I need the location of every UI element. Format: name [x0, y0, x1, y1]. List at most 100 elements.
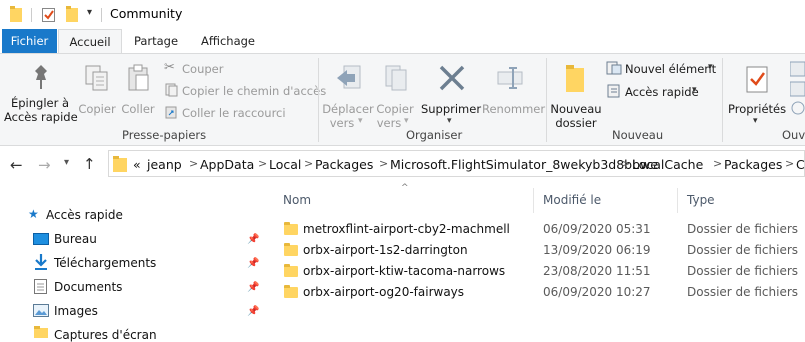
pane-divider[interactable]	[263, 186, 264, 338]
file-name: orbx-airport-og20-fairways	[303, 285, 465, 299]
organize-group-label: Organiser	[406, 128, 463, 142]
file-name: metroxflint-airport-cby2-machmell	[303, 222, 510, 236]
pin-icon[interactable]: 📌	[247, 282, 259, 293]
paste-label: Coller	[121, 102, 155, 116]
chevron-down-icon: ▾	[404, 116, 409, 126]
copy-path-icon	[165, 83, 178, 100]
new-folder-label-2: dossier	[555, 116, 597, 130]
file-type: Dossier de fichiers	[687, 243, 799, 257]
file-modified: 23/08/2020 11:51	[543, 264, 651, 278]
breadcrumb-item[interactable]: Local	[269, 157, 301, 172]
pin-icon[interactable]: 📌	[247, 234, 259, 245]
nav-desktop[interactable]: Bureau	[54, 232, 97, 246]
back-arrow-icon[interactable]: ←	[10, 156, 23, 174]
easy-access-button[interactable]: Accès rapide ▾	[606, 83, 710, 101]
rename-button[interactable]: Renommer	[482, 60, 545, 124]
column-separator[interactable]	[677, 188, 678, 213]
chevron-down-icon: ▾	[708, 62, 713, 72]
breadcrumb-separator-icon[interactable]: >	[189, 157, 198, 170]
nav-pictures[interactable]: Images	[54, 304, 98, 318]
breadcrumb-separator-icon[interactable]: >	[621, 157, 630, 170]
column-header-name[interactable]: Nom	[283, 193, 311, 207]
open-group-label: Ouvr	[782, 128, 805, 142]
breadcrumb-separator-icon[interactable]: >	[304, 157, 313, 170]
file-name: orbx-airport-1s2-darrington	[303, 243, 468, 257]
new-item-label: Nouvel élément	[625, 62, 717, 76]
breadcrumb-item[interactable]: Microsoft.FlightSimulator_8wekyb3d8bbwe	[390, 157, 658, 172]
forward-arrow-icon[interactable]: →	[38, 156, 51, 174]
rename-icon	[496, 66, 526, 95]
tab-share[interactable]: Partage	[126, 29, 186, 54]
breadcrumb-item[interactable]: jeanp	[147, 157, 182, 172]
ribbon-tabs: Fichier Accueil Partage Affichage	[0, 29, 805, 54]
ribbon-separator	[722, 58, 723, 142]
easy-access-icon	[606, 84, 622, 101]
move-to-label-1: Déplacer	[322, 102, 374, 116]
properties-button[interactable]: Propriétés ▾	[728, 60, 786, 126]
copy-button[interactable]: Copier	[78, 60, 116, 124]
new-folder-button[interactable]: Nouveau dossier	[550, 60, 602, 130]
chevron-down-icon: ▾	[753, 116, 758, 126]
column-header-modified[interactable]: Modifié le	[543, 193, 601, 207]
pin-label-1: Épingler à	[10, 96, 70, 110]
tab-home[interactable]: Accueil	[58, 29, 122, 54]
folder-icon	[284, 243, 298, 256]
nav-downloads[interactable]: Téléchargements	[54, 256, 156, 270]
move-to-button[interactable]: Déplacer vers ▾	[322, 60, 374, 130]
folder-icon	[284, 285, 298, 298]
customize-toolbar-icon[interactable]: ▾	[87, 7, 92, 18]
file-type: Dossier de fichiers	[687, 222, 799, 236]
toolbar-separator	[31, 8, 32, 22]
nav-screenshots[interactable]: Captures d'écran	[54, 328, 157, 342]
cut-button[interactable]: ✂ Couper	[164, 60, 264, 78]
copy-path-button[interactable]: Copier le chemin d'accès	[164, 82, 326, 100]
pin-icon[interactable]: 📌	[247, 258, 259, 269]
breadcrumb-separator-icon[interactable]: >	[258, 157, 267, 170]
documents-icon	[34, 279, 48, 297]
properties-check-icon	[746, 64, 770, 97]
tab-view[interactable]: Affichage	[192, 29, 264, 54]
scissors-icon: ✂	[164, 60, 175, 75]
breadcrumb-item[interactable]: AppData	[200, 157, 254, 172]
column-header-type[interactable]: Type	[687, 193, 715, 207]
paste-button[interactable]: Coller	[120, 60, 156, 124]
nav-documents[interactable]: Documents	[54, 280, 122, 294]
breadcrumb-separator-icon[interactable]: >	[379, 157, 388, 170]
breadcrumb-item[interactable]: Packages	[724, 157, 782, 172]
breadcrumb-separator-icon[interactable]: >	[785, 157, 794, 170]
paste-shortcut-label: Coller le raccourci	[182, 106, 286, 120]
nav-quick-access[interactable]: Accès rapide	[46, 208, 123, 222]
pin-quick-access-button[interactable]: Épingler à Accès rapide	[4, 60, 78, 124]
sort-ascending-icon: ^	[401, 183, 409, 193]
toolbar-separator	[101, 8, 102, 22]
ribbon-separator	[546, 58, 547, 142]
new-item-button[interactable]: Nouvel élément ▾	[606, 60, 724, 78]
copy-to-label-1: Copier	[376, 102, 414, 116]
breadcrumb-separator-icon[interactable]: >	[713, 157, 722, 170]
tab-file[interactable]: Fichier	[2, 29, 57, 54]
pin-icon[interactable]: 📌	[247, 306, 259, 317]
copy-to-button[interactable]: Copier vers ▾	[374, 60, 416, 130]
breadcrumb-overflow[interactable]: «	[133, 157, 141, 172]
chevron-down-icon: ▾	[358, 116, 363, 126]
properties-check-icon[interactable]	[42, 6, 56, 22]
folder-icon[interactable]	[10, 6, 22, 22]
chevron-down-icon: ▾	[447, 116, 452, 126]
easy-access-label: Accès rapide	[625, 85, 699, 99]
recent-locations-icon[interactable]: ▾	[64, 157, 69, 168]
new-group-label: Nouveau	[612, 128, 664, 142]
paste-shortcut-button[interactable]: Coller le raccourci	[164, 104, 286, 122]
breadcrumb-item[interactable]: C	[796, 157, 805, 172]
new-folder-icon[interactable]	[66, 6, 78, 22]
pin-label-2: Accès rapide	[4, 110, 78, 124]
breadcrumb-item[interactable]: Packages	[315, 157, 373, 172]
folder-icon	[284, 264, 298, 277]
breadcrumb-item[interactable]: LocalCache	[632, 157, 703, 172]
up-arrow-icon[interactable]: ↑	[83, 155, 96, 173]
pictures-icon	[33, 304, 49, 320]
column-separator[interactable]	[533, 188, 534, 213]
delete-button[interactable]: Supprimer ▾	[420, 60, 482, 126]
delete-label: Supprimer	[420, 102, 482, 116]
move-to-icon	[335, 64, 363, 97]
file-name: orbx-airport-ktiw-tacoma-narrows	[303, 264, 506, 278]
